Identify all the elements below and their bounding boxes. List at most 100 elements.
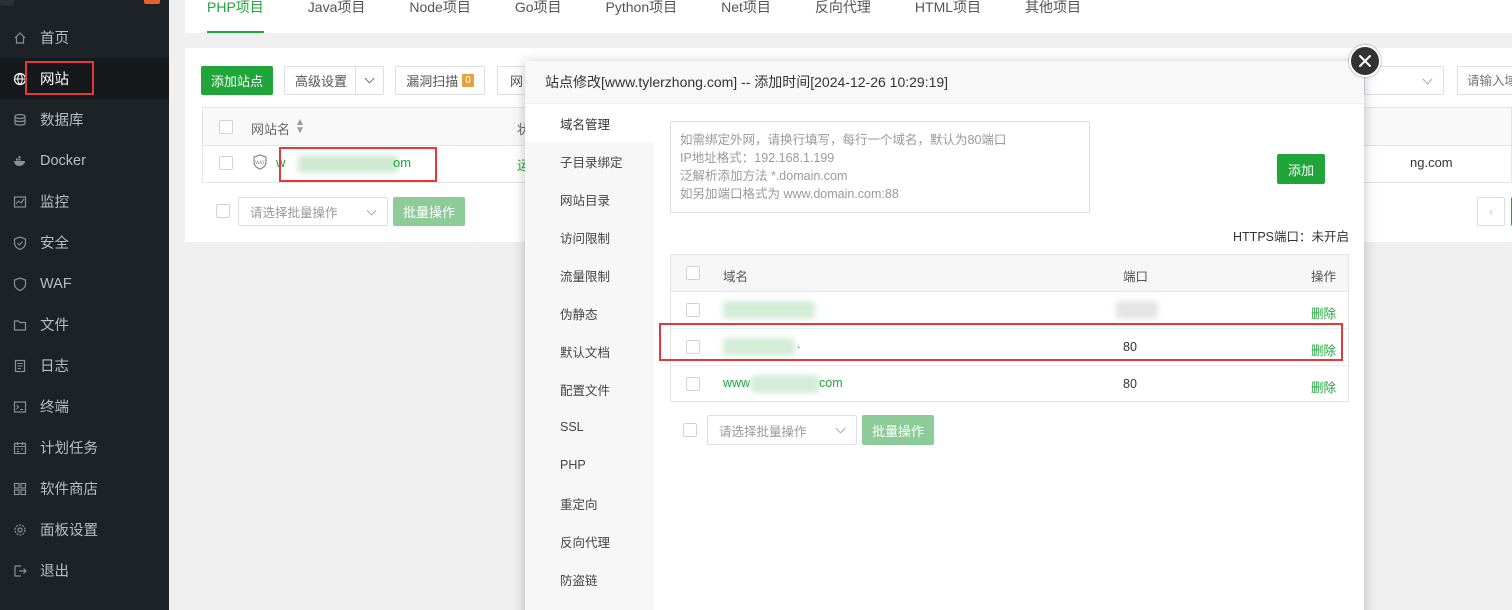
domain-prefix[interactable]: www [723,376,750,390]
domain-row: www com 80 删除 [671,366,1348,403]
dialog-nav-item[interactable]: 网站目录 [525,180,654,218]
dialog-nav-item[interactable]: 默认文档 [525,332,654,370]
bulk-action-placeholder: 请选择批量操作 [719,424,807,439]
dialog-title: 站点修改[www.tylerzhong.com] -- 添加时间[2024-12… [525,61,1364,104]
vuln-scan-label: 漏洞扫描 [406,74,459,89]
sidebar-item[interactable]: 安全 [0,222,169,263]
sidebar-item-label: 监控 [40,195,69,211]
dialog-nav-item[interactable]: 伪静态 [525,294,654,332]
sidebar-item-label: 首页 [40,31,69,47]
add-domain-button[interactable]: 添加 [1277,154,1325,184]
bulk-action-select[interactable]: 请选择批量操作 [238,197,388,226]
chevron-down-icon [835,423,846,434]
advanced-settings-dropdown[interactable]: 高级设置 [284,66,384,95]
dialog-nav-item[interactable]: PHP [525,446,654,484]
domain-row-checkbox[interactable] [686,303,700,317]
project-tab[interactable]: HTML项目 [893,0,1003,33]
project-tab[interactable]: Python项目 [584,0,700,33]
dropdown-divider [355,67,356,94]
bulk-action-placeholder: 请选择批量操作 [250,206,338,220]
dialog-nav-item[interactable]: 重定向 [525,484,654,522]
dialog-nav-item[interactable]: 防盗链 [525,560,654,598]
sidebar-logo-strip [0,0,169,6]
sidebar-item-label: Docker [40,152,86,169]
domain-row-checkbox[interactable] [686,377,700,391]
domain-table-header: 域名 端口 操作 [671,255,1348,292]
dialog-nav-item[interactable]: 子目录绑定 [525,142,654,180]
domain-bulk-action-select[interactable]: 请选择批量操作 [707,415,857,445]
domain-bulk-action-button[interactable]: 批量操作 [862,415,934,445]
sidebar-item[interactable]: 退出 [0,550,169,591]
project-tab[interactable]: Go项目 [493,0,584,33]
chevron-down-icon [364,73,375,84]
chevron-down-icon [366,205,377,216]
sidebar-item[interactable]: 首页 [0,17,169,58]
sort-icon[interactable]: ▲ ▼ [295,118,305,136]
row-checkbox[interactable] [219,156,233,170]
dialog-nav-item[interactable]: 域名管理 [525,104,654,142]
monitor-icon [0,195,40,209]
sidebar-item-label: 安全 [40,236,69,252]
https-port-note: HTTPS端口：未开启 [1233,230,1349,244]
site-search-input[interactable] [1457,66,1512,95]
close-dialog-button[interactable] [1349,45,1381,77]
delete-domain-link[interactable]: 删除 [1311,377,1336,396]
sidebar-item-label: 面板设置 [40,523,98,539]
vuln-count-badge: 0 [462,74,474,87]
dialog-nav-item[interactable]: 流量限制 [525,256,654,294]
domain-port: 80 [1123,377,1137,391]
vuln-scan-button[interactable]: 漏洞扫描 0 [395,66,485,95]
site-domain-partial: ng.com [1410,155,1453,170]
sidebar-item-label: 数据库 [40,113,84,129]
sidebar-item[interactable]: Docker [0,140,169,181]
shield-icon [0,235,40,250]
col-port: 端口 [1123,270,1149,284]
col-action: 操作 [1310,270,1336,284]
bulk-action-button[interactable]: 批量操作 [393,197,465,226]
project-tab[interactable]: Java项目 [286,0,388,33]
sidebar-item-label: 日志 [40,359,69,375]
dialog-nav-item[interactable]: 访问限制 [525,218,654,256]
add-site-button[interactable]: 添加站点 [201,66,273,95]
project-tab[interactable]: PHP项目 [185,0,286,33]
dialog-nav-item[interactable]: 配置文件 [525,370,654,408]
sidebar-item[interactable]: 日志 [0,345,169,386]
sidebar-item[interactable]: 数据库 [0,99,169,140]
domain-suffix[interactable]: com [819,376,843,390]
sidebar-item[interactable]: 文件 [0,304,169,345]
domain-textarea[interactable]: 如需绑定外网，请换行填写，每行一个域名，默认为80端口 IP地址格式：192.1… [670,121,1090,213]
highlight-box-domain-row [659,323,1343,361]
sidebar-item[interactable]: 终端 [0,386,169,427]
folder-icon [0,318,40,332]
project-tab[interactable]: 其他项目 [1003,0,1103,33]
sidebar-item[interactable]: 软件商店 [0,468,169,509]
bulk-select-checkbox[interactable] [216,204,230,218]
sidebar-item-label: 退出 [40,564,69,580]
placeholder-line: IP地址格式：192.168.1.199 [680,151,835,165]
project-tab[interactable]: Net项目 [699,0,793,33]
docker-icon [0,154,40,168]
home-icon [0,31,40,45]
project-tab[interactable]: 反向代理 [793,0,893,33]
sidebar-item[interactable]: 计划任务 [0,427,169,468]
sidebar-item-label: 计划任务 [40,441,98,457]
gear-icon [0,523,40,537]
prev-page-button[interactable]: ‹ [1477,197,1505,226]
project-tab[interactable]: Node项目 [387,0,492,33]
col-site-name[interactable]: 网站名 [251,119,290,138]
select-all-domains-checkbox[interactable] [686,266,700,280]
sidebar-item[interactable]: 面板设置 [0,509,169,550]
dialog-nav: 域名管理 子目录绑定 网站目录 访问限制 流量限制 伪静态 默认文档 配置文件 SSL PHP 重定… [525,104,654,610]
delete-domain-link[interactable]: 删除 [1311,303,1336,322]
sidebar-item-label: 终端 [40,400,69,416]
sidebar-item[interactable]: WAF [0,263,169,304]
sidebar-item-label: WAF [40,275,72,292]
bulk-domain-checkbox[interactable] [683,423,697,437]
redacted-domain [723,301,815,319]
dialog-nav-item[interactable]: SSL [525,408,654,446]
select-all-checkbox[interactable] [219,120,233,134]
logout-icon [0,564,40,578]
dialog-nav-item[interactable]: 反向代理 [525,522,654,560]
sidebar-item[interactable]: 监控 [0,181,169,222]
log-icon [0,359,40,373]
